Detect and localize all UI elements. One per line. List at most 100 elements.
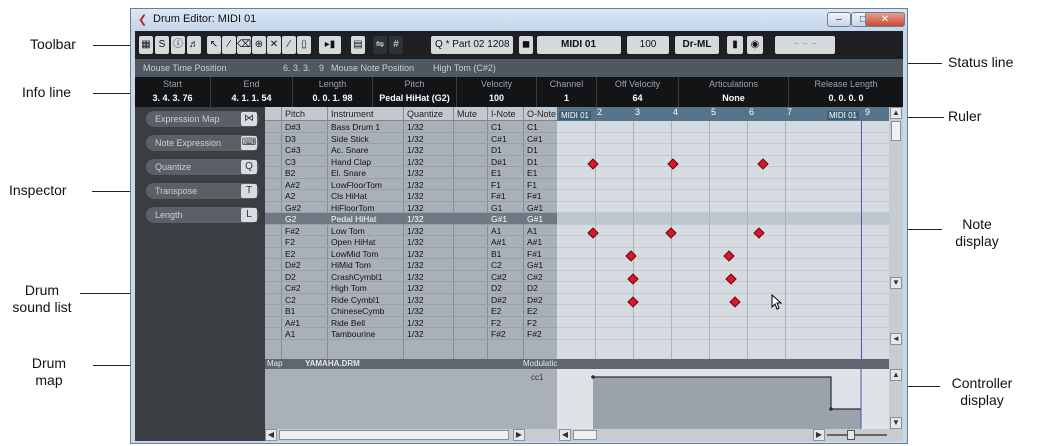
drum-sound-row[interactable]: F2 Open HiHat 1/32 A#1 A#1: [265, 236, 557, 248]
grid-icon[interactable]: #: [389, 36, 403, 54]
note-row: [557, 328, 889, 340]
colors-icon[interactable]: ▮: [727, 36, 743, 54]
info-start[interactable]: Start 3. 4. 3. 76: [135, 77, 211, 107]
line-tool-icon[interactable]: ∕: [282, 36, 296, 54]
scroll-thumb[interactable]: [891, 121, 901, 141]
info-length-label: Length: [318, 79, 347, 89]
drum-sound-row[interactable]: D#3 Bass Drum 1 1/32 C1 C1: [265, 121, 557, 133]
drum-sound-row[interactable]: C3 Hand Clap 1/32 D#1 D1: [265, 156, 557, 167]
zoom-slider-handle[interactable]: [847, 430, 855, 440]
part-select-dropdown[interactable]: Q * Part 02 1208: [431, 36, 513, 54]
drum-inote: D1: [491, 145, 502, 155]
header-quantize[interactable]: Quantize: [407, 109, 443, 119]
snap-icon[interactable]: ⇋: [373, 36, 387, 54]
eraser-tool-icon[interactable]: ⌫: [237, 36, 251, 54]
header-instrument[interactable]: Instrument: [331, 109, 374, 119]
scroll-up-button[interactable]: ▲: [890, 369, 902, 381]
controller-scrollbar[interactable]: ▲ ▼: [889, 369, 903, 429]
inspector-note-expression[interactable]: Note Expression ⌨: [146, 135, 259, 151]
time-warp-tool-icon[interactable]: ▯: [297, 36, 311, 54]
info-release-length[interactable]: Release Length 0. 0. 0. 0: [789, 77, 903, 107]
info-end[interactable]: End 4. 1. 1. 54: [211, 77, 293, 107]
drum-length-dropdown[interactable]: Dr-ML: [675, 36, 719, 54]
info-channel[interactable]: Channel 1: [537, 77, 597, 107]
scroll-thumb[interactable]: [573, 430, 597, 440]
header-pitch[interactable]: Pitch: [285, 109, 305, 119]
inspector-transpose[interactable]: Transpose T: [146, 183, 259, 199]
drum-instrument: ChineseCymb: [331, 306, 385, 316]
scroll-thumb[interactable]: [279, 430, 509, 440]
vertical-scrollbar[interactable]: ▲ ▼ ◄: [889, 107, 903, 369]
minimize-button[interactable]: –: [827, 12, 851, 27]
note-display[interactable]: [557, 121, 889, 359]
drum-sound-row[interactable]: A#2 LowFloorTom 1/32 F1 F1: [265, 179, 557, 190]
drum-sound-row[interactable]: D2 CrashCymbl1 1/32 C#2 C#2: [265, 271, 557, 282]
close-button[interactable]: ✕: [865, 12, 905, 27]
drum-onote: E2: [527, 306, 538, 316]
drum-sound-row[interactable]: G#2 HiFloorTom 1/32 G1 G#1: [265, 202, 557, 213]
drum-instrument: El. Snare: [331, 168, 366, 178]
drum-sound-row[interactable]: C#3 Ac. Snare 1/32 D1 D1: [265, 144, 557, 156]
scroll-down-button[interactable]: ▼: [890, 277, 902, 289]
lane-toggle-icon[interactable]: ◼: [519, 36, 533, 54]
zoom-vertical-button[interactable]: ◄: [890, 333, 902, 345]
bar-line: [709, 121, 710, 359]
zoom-slider[interactable]: [827, 434, 887, 436]
mute-tool-icon[interactable]: ✕: [267, 36, 281, 54]
controller-lane-label[interactable]: Modulatic: [523, 359, 557, 368]
auto-select-icon[interactable]: ▸▮: [319, 36, 341, 54]
drum-sound-row[interactable]: D3 Side Stick 1/32 C#1 C#1: [265, 133, 557, 144]
scroll-right-button[interactable]: ▶: [513, 429, 525, 441]
info-velocity[interactable]: Velocity 100: [457, 77, 537, 107]
track-select-dropdown[interactable]: MIDI 01: [537, 36, 621, 54]
horizontal-scrollbar[interactable]: ◀ ▶ ◀ ▶: [265, 429, 903, 441]
scroll-right-button[interactable]: ▶: [813, 429, 825, 441]
drum-sound-row[interactable]: B1 ChineseCymb 1/32 E2 E2: [265, 305, 557, 317]
drum-sound-row[interactable]: D#2 HiMid Tom 1/32 C2 G#1: [265, 259, 557, 271]
drum-instrument: Side Stick: [331, 133, 369, 144]
controller-display[interactable]: [557, 369, 889, 429]
info-length[interactable]: Length 0. 0. 1. 98: [293, 77, 373, 107]
length-icon: L: [241, 208, 257, 222]
info-off-velocity[interactable]: Off Velocity 64: [597, 77, 679, 107]
zoom-tool-icon[interactable]: ⊕: [252, 36, 266, 54]
inspector-toggle-button[interactable]: ▦: [139, 36, 153, 54]
show-info-icon[interactable]: ▤: [351, 36, 365, 54]
drum-sound-row[interactable]: C#2 High Tom 1/32 D2 D2: [265, 282, 557, 294]
solo-button[interactable]: S: [155, 36, 169, 54]
drum-sound-row[interactable]: F#2 Low Tom 1/32 A1 A1: [265, 225, 557, 236]
step-input-icon[interactable]: ◉: [747, 36, 763, 54]
title-bar[interactable]: ❮ Drum Editor: MIDI 01 – □ ✕: [131, 9, 907, 31]
scroll-down-button[interactable]: ▼: [890, 417, 902, 429]
info-toggle-button[interactable]: ⓘ: [171, 36, 185, 54]
scroll-left-button[interactable]: ◀: [265, 429, 277, 441]
header-onote[interactable]: O-Note: [527, 109, 556, 119]
drum-sound-row[interactable]: E2 LowMid Tom 1/32 B1 F#1: [265, 248, 557, 259]
inspector-quantize[interactable]: Quantize Q: [146, 159, 259, 175]
drum-sound-row[interactable]: G2 Pedal HiHat 1/32 G#1 G#1: [265, 213, 557, 225]
drum-sound-row[interactable]: A2 Cls HiHat 1/32 F#1 F#1: [265, 190, 557, 202]
drum-sound-row[interactable]: C2 Ride Cymbl1 1/32 D#2 D#2: [265, 294, 557, 305]
annotation-drum-sound-list-line2: sound list: [12, 299, 72, 315]
info-articulations[interactable]: Articulations None: [679, 77, 789, 107]
drum-sound-row[interactable]: A1 Tambourine 1/32 F#2 F#2: [265, 328, 557, 340]
inspector-expression-map[interactable]: Expression Map ⋈: [146, 111, 259, 127]
info-pitch[interactable]: Pitch Pedal HiHat (G2): [373, 77, 457, 107]
ruler[interactable]: MIDI 01 MIDI 01 2 3 4 5 6 7 9: [557, 107, 889, 121]
header-mute[interactable]: Mute: [457, 109, 477, 119]
acoustic-feedback-icon[interactable]: ♬: [187, 36, 201, 54]
pointer-tool-icon[interactable]: ↖: [207, 36, 221, 54]
drum-pitch: D2: [285, 271, 296, 282]
header-inote[interactable]: I-Note: [491, 109, 516, 119]
drum-sound-row[interactable]: A#1 Ride Bell 1/32 F2 F2: [265, 317, 557, 328]
scroll-left-button[interactable]: ◀: [559, 429, 571, 441]
velocity-field[interactable]: 100: [627, 36, 669, 54]
scroll-up-button[interactable]: ▲: [890, 107, 902, 119]
drum-map-bar[interactable]: Map YAMAHA.DRM: [265, 359, 557, 369]
inspector-length[interactable]: Length L: [146, 207, 259, 223]
drumstick-tool-icon[interactable]: ∕: [222, 36, 236, 54]
step-buttons-icon[interactable]: − − −: [775, 36, 835, 54]
annotation-drum-map-line1: Drum: [31, 355, 67, 371]
drum-sound-row[interactable]: B2 El. Snare 1/32 E1 E1: [265, 167, 557, 179]
drum-quantize: 1/32: [407, 156, 424, 167]
